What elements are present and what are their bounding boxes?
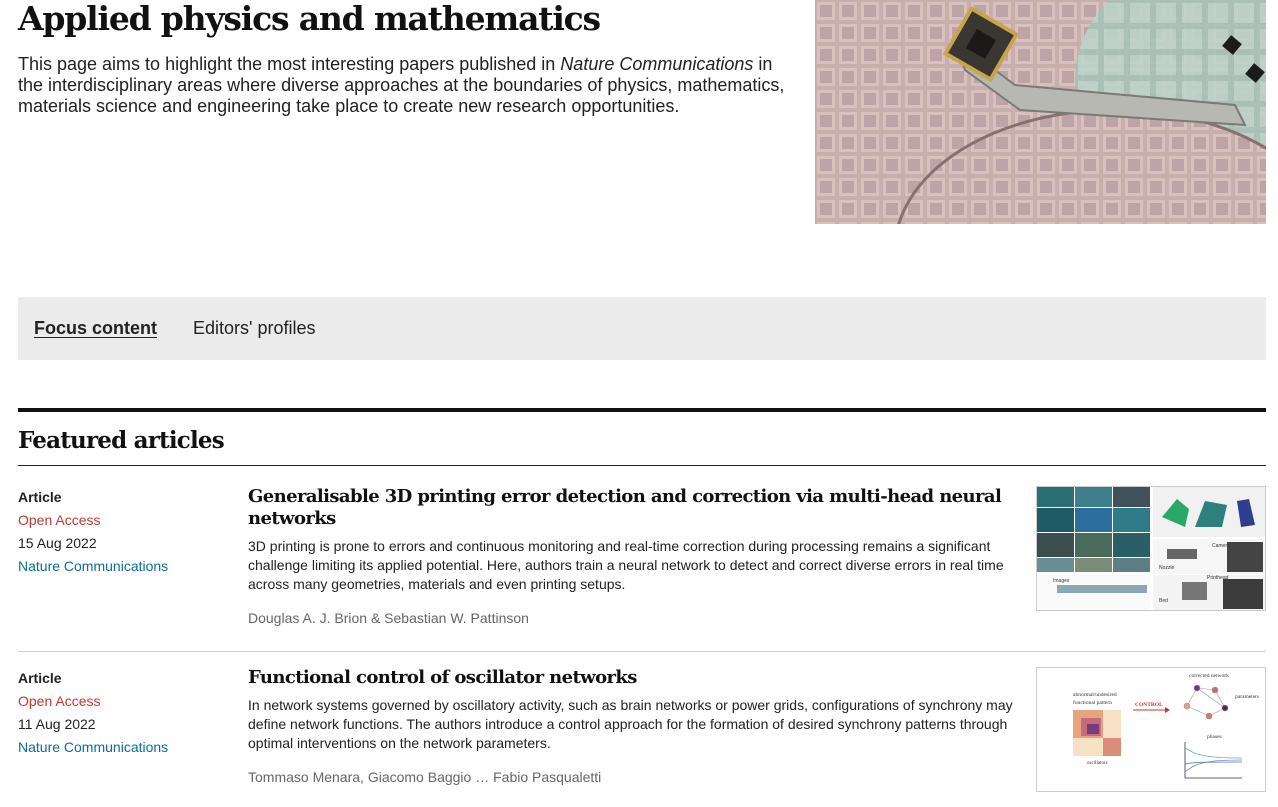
thumb-label-nozzle: Nozzle — [1159, 565, 1175, 571]
article-divider — [18, 651, 1266, 652]
section-top-rule — [18, 408, 1266, 412]
thumb-label-phases: phases — [1207, 734, 1222, 740]
thumb-label-bed: Bed — [1159, 598, 1168, 604]
article-meta: Article Open Access 15 Aug 2022 Nature C… — [18, 486, 238, 578]
journal-link[interactable]: Nature Communications — [18, 736, 238, 759]
synchrony-heatmap — [1073, 710, 1121, 756]
article-title-link[interactable]: Functional control of oscillator network… — [248, 667, 1020, 689]
journal-link[interactable]: Nature Communications — [18, 555, 238, 578]
oscillator-figure-image: abnormal/undesired functional pattern os… — [1037, 668, 1265, 791]
article-title-link[interactable]: Generalisable 3D printing error detectio… — [248, 486, 1020, 530]
article-thumbnail[interactable]: abnormal/undesired functional pattern os… — [1036, 667, 1266, 792]
open-access-badge: Open Access — [18, 512, 101, 528]
featured-heading: Featured articles — [18, 427, 225, 454]
wafer-illustration — [815, 0, 1266, 224]
intro-journal-name: Nature Communications — [560, 54, 754, 74]
article-type: Article — [18, 670, 62, 686]
thumb-label-abnormal: abnormal/undesired — [1073, 692, 1117, 698]
article-description: 3D printing is prone to errors and conti… — [248, 538, 1004, 592]
article-body: Functional control of oscillator network… — [248, 667, 1020, 785]
printer-photo-grid — [1037, 487, 1150, 572]
section-tab-bar: Focus content Editors' profiles — [18, 297, 1266, 360]
article-thumbnail[interactable]: Images Camera Printhead Nozzle Bed — [1036, 486, 1266, 611]
article-type: Article — [18, 489, 62, 505]
article-date: 15 Aug 2022 — [18, 535, 97, 551]
thumb-label-corrected: corrected network — [1189, 673, 1229, 679]
intro-text-start: This page aims to highlight the most int… — [18, 54, 561, 74]
section-bottom-rule — [18, 465, 1266, 466]
thumb-label-control: CONTROL — [1135, 702, 1163, 708]
article-authors: Tommaso Menara, Giacomo Baggio … Fabio P… — [248, 769, 602, 785]
hero-section: Applied physics and mathematics This pag… — [18, 0, 798, 117]
thumb-label-functional: functional pattern — [1073, 699, 1112, 706]
article-date: 11 Aug 2022 — [18, 716, 96, 732]
article-description: In network systems governed by oscillato… — [248, 697, 1013, 751]
thumb-label-printhead: Printhead — [1207, 575, 1229, 581]
page-intro: This page aims to highlight the most int… — [18, 54, 798, 117]
article-meta: Article Open Access 11 Aug 2022 Nature C… — [18, 667, 238, 759]
featured-articles-section: Featured articles — [18, 408, 1266, 466]
printer-figure-image: Images Camera Printhead Nozzle Bed — [1037, 487, 1265, 610]
tab-focus-content[interactable]: Focus content — [34, 318, 157, 339]
thumb-label-images: Images — [1053, 578, 1070, 584]
hero-image-wafer-chip — [815, 0, 1266, 224]
article-authors: Douglas A. J. Brion & Sebastian W. Patti… — [248, 610, 529, 626]
open-access-badge: Open Access — [18, 693, 101, 709]
page-title: Applied physics and mathematics — [18, 0, 601, 38]
thumb-label-oscillators: oscillators — [1087, 761, 1108, 766]
thumb-label-camera: Camera — [1212, 543, 1230, 549]
thumb-label-parameters: parameters — [1235, 694, 1259, 700]
article-body: Generalisable 3D printing error detectio… — [248, 486, 1020, 626]
tab-editors-profiles[interactable]: Editors' profiles — [193, 318, 315, 339]
